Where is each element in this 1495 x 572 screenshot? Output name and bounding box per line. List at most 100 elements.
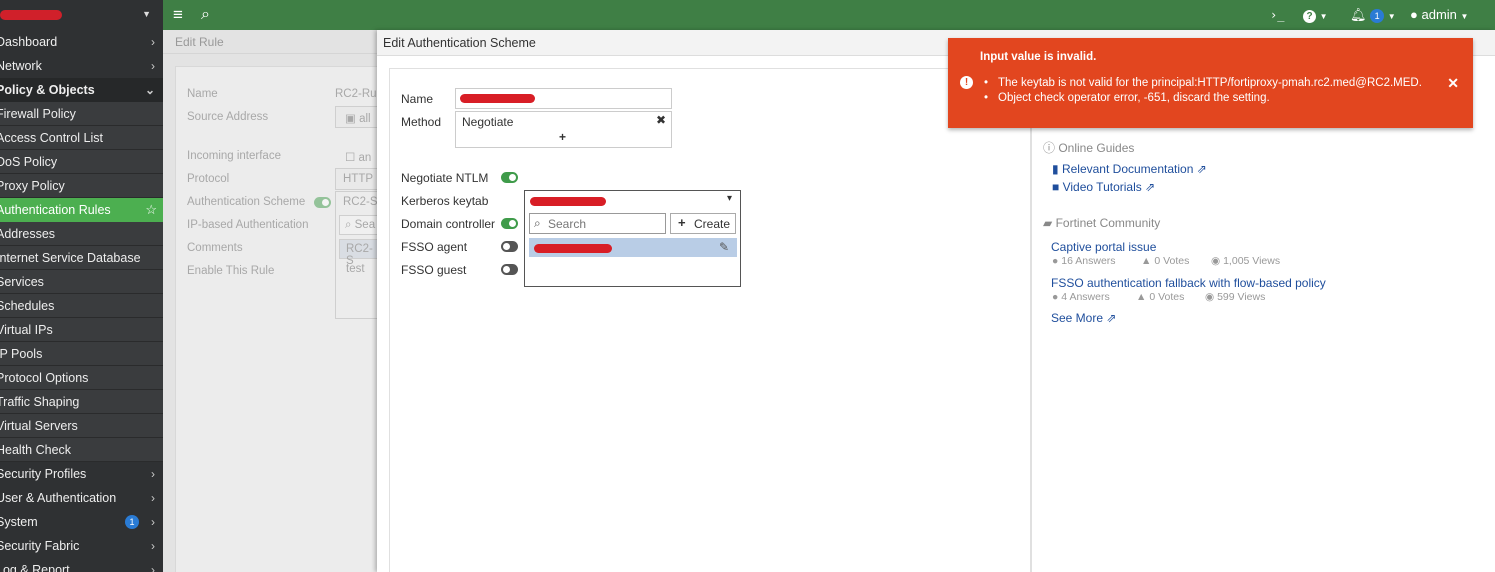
hamburger-menu-icon[interactable]: ≡ [173,0,183,30]
name-label: Name [401,92,434,106]
sidebar-item-proxy-policy[interactable]: Proxy Policy [0,174,163,198]
chevron-down-icon: ▼ [142,9,151,19]
plus-icon: + [678,215,686,230]
sidebar-item-system[interactable]: System 1 › [0,510,163,534]
remove-icon[interactable]: ✖ [656,113,666,127]
topic-views: ◉ 599 Views [1205,291,1266,303]
user-menu[interactable]: ● admin ▼ [1410,0,1468,30]
video-camera-icon: ■ [1052,180,1060,194]
comments-value: test [346,263,365,275]
edit-rule-page: Edit Rule Name RC2-Ru Source Address ▣ a… [163,30,385,572]
chevron-right-icon: › [151,35,155,49]
video-tutorials-link[interactable]: ■ Video Tutorials ⇗ [1052,180,1155,194]
keytab-search-placeholder: Search [548,217,587,231]
bell-icon: 🔔︎ [1350,7,1367,22]
book-icon: ▮ [1052,162,1059,176]
redacted-selected-keytab [530,197,606,206]
label-protocol: Protocol [187,173,230,185]
notification-badge: 1 [125,515,139,529]
chevron-right-icon: › [151,59,155,73]
label-comments: Comments [187,242,243,254]
star-icon[interactable]: ☆ [145,198,157,222]
sidebar-item-traffic-shaping[interactable]: Traffic Shaping [0,390,163,414]
dropdown-caret-icon[interactable]: ▾ [727,193,732,204]
edit-pencil-icon[interactable]: ✎ [719,240,729,254]
device-selector[interactable]: ▼ [0,0,163,30]
chevron-down-icon: ▼ [1460,12,1469,21]
label-name: Name [187,88,218,100]
sidebar-item-ip-pools[interactable]: IP Pools [0,342,163,366]
sidebar-item-network[interactable]: Network › [0,54,163,78]
fsso-guest-toggle[interactable] [501,264,518,275]
auth-scheme-toggle[interactable] [314,197,331,208]
toast-message-line: The keytab is not valid for the principa… [984,77,1422,89]
exclamation-icon: ! [960,76,973,89]
sidebar-item-access-control-list[interactable]: Access Control List [0,126,163,150]
chevron-right-icon: › [151,539,155,553]
close-icon[interactable]: ✕ [1447,75,1459,92]
chevron-right-icon: › [151,491,155,505]
label-authentication-scheme: Authentication Scheme [187,196,306,208]
sidebar-item-policy-objects[interactable]: Policy & Objects ⌄ [0,78,163,102]
protocol-value: HTTP [343,173,374,185]
auth-scheme-value: RC2-S [343,196,378,208]
toast-title: Input value is invalid. [980,51,1097,63]
sidebar-item-protocol-options[interactable]: Protocol Options [0,366,163,390]
sidebar-item-security-profiles[interactable]: Security Profiles › [0,462,163,486]
sidebar-item-dashboard[interactable]: Dashboard › [0,30,163,54]
fortinet-community-heading: ▰ Fortinet Community [1043,216,1161,230]
chevron-right-icon: › [151,467,155,481]
community-topic-link[interactable]: FSSO authentication fallback with flow-b… [1051,276,1326,290]
sidebar-item-schedules[interactable]: Schedules [0,294,163,318]
chevron-down-icon: ▼ [1387,12,1396,21]
topic-answers: ● 16 Answers [1052,255,1116,267]
source-address-value: ▣ all [345,113,371,125]
redacted-device-name [0,10,62,20]
external-link-icon: ⇗ [1106,311,1117,325]
sidebar-item-user-authentication[interactable]: User & Authentication › [0,486,163,510]
see-more-link[interactable]: See More ⇗ [1051,311,1116,325]
incoming-interface-value: ☐ an [345,152,372,164]
domain-controller-label: Domain controller [401,217,496,231]
user-avatar-icon: ● [1410,7,1418,22]
toast-message-line: Object check operator error, -651, disca… [984,92,1270,104]
sidebar-item-authentication-rules[interactable]: Authentication Rules ☆ [0,198,163,222]
notification-count-badge: 1 [1370,9,1385,23]
chevron-right-icon: › [151,515,155,529]
search-icon: ⌕ [534,216,541,230]
domain-controller-toggle[interactable] [501,218,518,229]
fsso-guest-label: FSSO guest [401,263,467,277]
page-title: Edit Rule [163,30,378,54]
sidebar-item-dos-policy[interactable]: DoS Policy [0,150,163,174]
search-icon[interactable]: ⌕ [201,0,210,30]
sidebar-item-firewall-policy[interactable]: Firewall Policy [0,102,163,126]
edit-rule-form [175,66,385,572]
negotiate-ntlm-toggle[interactable] [501,172,518,183]
add-icon[interactable]: + [559,130,566,144]
kerberos-keytab-label: Kerberos keytab [401,194,489,208]
topic-votes: ▲ 0 Votes [1136,291,1185,303]
chevron-right-icon: › [151,563,155,572]
chevron-down-icon: ⌄ [144,83,155,97]
sidebar-item-addresses[interactable]: Addresses [0,222,163,246]
sidebar-item-security-fabric[interactable]: Security Fabric › [0,534,163,558]
label-enable-this-rule: Enable This Rule [187,265,275,277]
chevron-down-icon: ▼ [1319,12,1328,21]
method-chip-negotiate: Negotiate [462,115,514,129]
sidebar-item-virtual-ips[interactable]: Virtual IPs [0,318,163,342]
sidebar-item-virtual-servers[interactable]: Virtual Servers [0,414,163,438]
fsso-agent-toggle[interactable] [501,241,518,252]
topic-answers: ● 4 Answers [1052,291,1110,303]
cli-console-icon[interactable]: ›_ [1270,0,1284,30]
label-incoming-interface: Incoming interface [187,150,281,162]
notifications-menu[interactable]: 🔔︎ 1 ▼ [1350,0,1396,30]
sidebar-item-services[interactable]: Services [0,270,163,294]
comments-icon: ▰ [1043,216,1053,230]
sidebar-item-health-check[interactable]: Health Check [0,438,163,462]
sidebar: ▼ Dashboard › Network › Policy & Objects ⌄ … [0,0,163,572]
community-topic-link[interactable]: Captive portal issue [1051,240,1156,254]
help-menu[interactable]: ? ▼ [1303,0,1328,30]
sidebar-item-internet-service-database[interactable]: Internet Service Database [0,246,163,270]
sidebar-item-log-report[interactable]: Log & Report › [0,558,163,572]
relevant-documentation-link[interactable]: ▮ Relevant Documentation ⇗ [1052,162,1207,176]
